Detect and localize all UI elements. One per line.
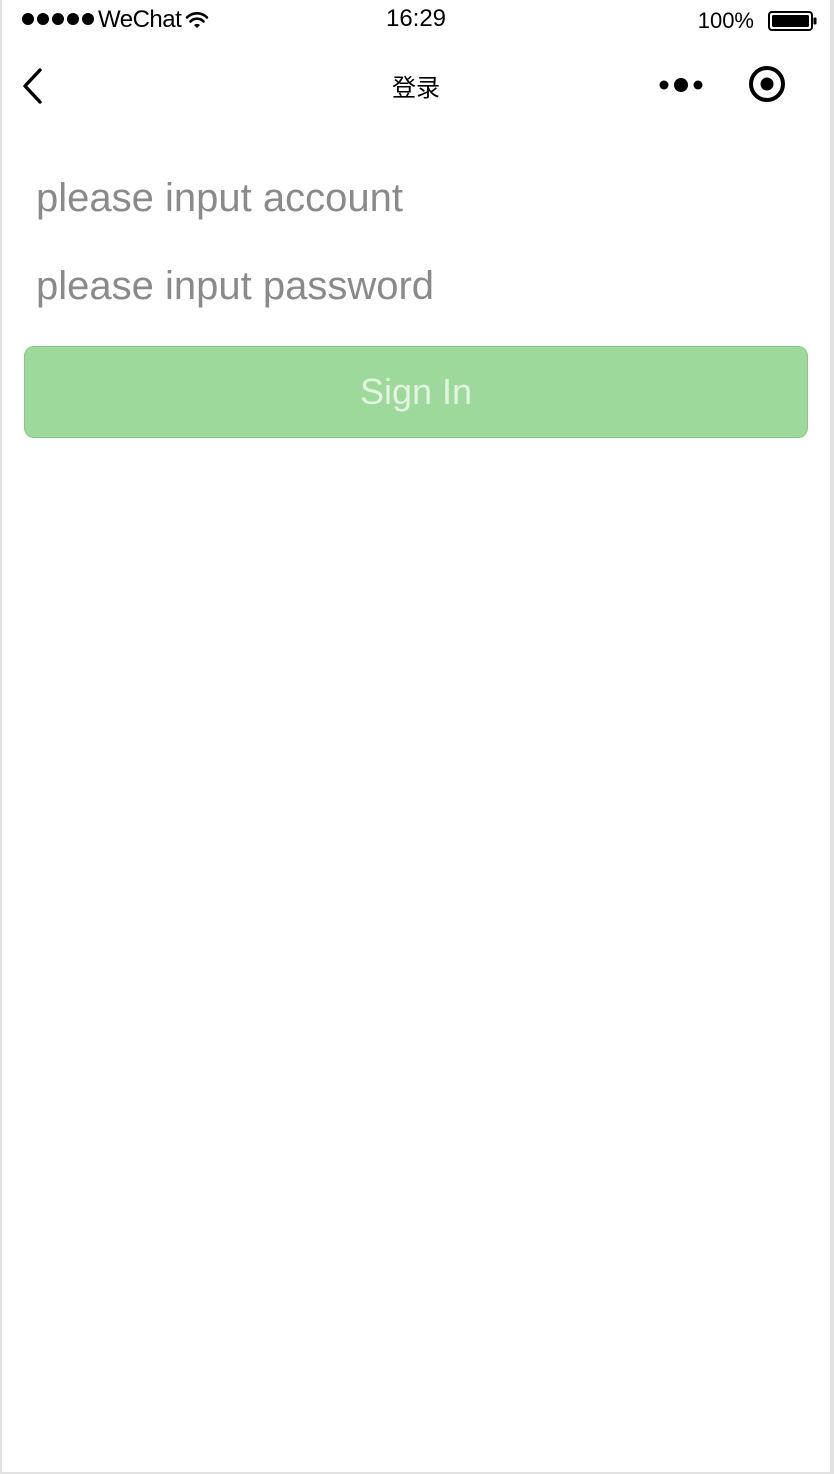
more-dots-icon[interactable] (658, 74, 704, 96)
page-title: 登录 (392, 75, 440, 102)
battery-icon (768, 11, 817, 31)
sign-in-button[interactable]: Sign In (24, 346, 808, 438)
close-target-icon[interactable] (747, 64, 787, 104)
phone-screen: WeChat 16:29 100% 登录 Sign In (0, 0, 834, 1474)
status-bar: WeChat 16:29 100% (2, 0, 830, 40)
account-input[interactable] (36, 168, 796, 228)
nav-bar: 登录 (2, 40, 830, 130)
battery-percent: 100% (697, 8, 754, 33)
password-input[interactable] (36, 256, 796, 316)
